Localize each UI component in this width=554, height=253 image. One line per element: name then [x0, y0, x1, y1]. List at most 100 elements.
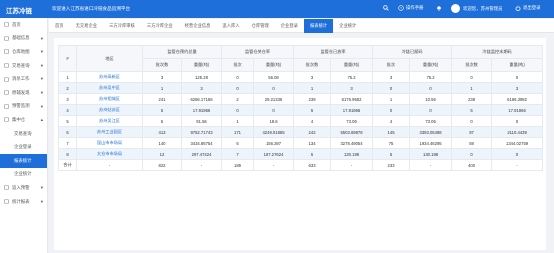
sidebar-item[interactable]: 预警监测 ▾: [0, 100, 47, 114]
tab[interactable]: 报表统计: [303, 18, 334, 33]
sidebar-item-label: 追入预警: [12, 184, 30, 190]
sidebar-item[interactable]: 原辅发现 ▾: [0, 86, 47, 100]
sidebar-item-label: 消杀工作: [12, 76, 30, 82]
col-batch: 批次: [372, 58, 411, 72]
sidebar-item[interactable]: 集中仓 ▴: [0, 113, 47, 127]
user-name: 欢迎您，苏州管理员: [463, 5, 503, 11]
sidebar-item[interactable]: 基础信息 ▾: [0, 32, 47, 46]
tab[interactable]: 企业统计: [333, 19, 362, 33]
table-cell: -: [76, 159, 143, 171]
table-row: 8 太仓市市场局 12 297.47424 7 167.27624 5 130.198 5 130…: [58, 148, 544, 160]
help-icon: ?: [398, 5, 404, 11]
sidebar-item-label: 原辅发现: [12, 89, 30, 95]
table-cell: 1344.02759: [491, 137, 544, 149]
area-link[interactable]: 苏州工业园区: [76, 126, 143, 138]
user-menu[interactable]: 欢迎您，苏州管理员: [451, 4, 503, 13]
area-link[interactable]: 太仓市市场局: [76, 148, 143, 160]
table-cell: 5: [293, 148, 332, 160]
table-cell: 189: [221, 159, 255, 171]
col-area: 地区: [76, 45, 143, 72]
search-icon: [4, 90, 10, 96]
tab[interactable]: 追入库入: [216, 19, 245, 33]
table-cell: 822: [142, 159, 182, 171]
logout-button[interactable]: 退出登录: [515, 5, 541, 11]
tab[interactable]: 仓库管理: [246, 19, 275, 33]
tab[interactable]: 经营企业信息: [179, 19, 217, 33]
sidebar-item[interactable]: 仓库地图 ▾: [0, 45, 47, 59]
table-cell: 18.6: [253, 115, 295, 127]
area-link[interactable]: 苏州吴中区: [76, 82, 143, 94]
table-cell: -: [180, 159, 223, 171]
table-cell: 6166.3982: [491, 93, 544, 105]
area-link[interactable]: 苏州姑苏区: [76, 104, 143, 116]
table-cell: 7: [58, 137, 77, 149]
table-cell: 167.27624: [253, 148, 295, 160]
table-cell: -: [491, 159, 544, 171]
tab[interactable]: 三方冷库企业: [141, 19, 179, 33]
table-cell: 1: [293, 82, 332, 94]
table-cell: 125.28: [180, 71, 223, 83]
search-button[interactable]: [383, 5, 391, 11]
table-cell: 0: [451, 148, 493, 160]
table-cell: 1: [142, 82, 182, 94]
table-cell: 12: [142, 148, 182, 160]
table-row: 1 苏州高新区 3 125.28 0 56.08 3 75.2 3 75.2 0 0: [58, 71, 544, 83]
table-cell: 0: [451, 115, 493, 127]
warning-icon: [4, 185, 10, 191]
chevron-icon: ▾: [40, 35, 43, 41]
area-link[interactable]: 苏州高新区: [76, 71, 143, 83]
info-icon: [4, 36, 10, 41]
table-row: 3 苏州相城区 241 6266.17156 2 29.21336 239 6176.9582…: [58, 93, 544, 105]
table-cell: 3: [142, 71, 182, 83]
table-cell: 3434.86754: [180, 137, 223, 149]
chevron-icon: ▾: [40, 76, 43, 82]
sidebar-item[interactable]: 追入预警 ▾: [0, 181, 47, 195]
table-cell: 56.08: [253, 71, 295, 83]
sidebar-item-label: 基础信息: [12, 35, 30, 41]
table-cell: 5: [293, 104, 332, 116]
table-cell: 0: [409, 82, 453, 94]
system-title: 欢迎进入江苏省进口冷链食品追溯平台: [52, 6, 131, 11]
table-cell: 6: [58, 126, 77, 138]
bell-button[interactable]: [436, 5, 444, 11]
table-cell: 5: [58, 115, 77, 127]
area-link[interactable]: 苏州吴江区: [76, 115, 143, 127]
table-cell: 5: [142, 115, 182, 127]
tab[interactable]: 首页: [49, 19, 70, 33]
manual-link[interactable]: ? 操作手册: [398, 5, 424, 11]
table-cell: 145: [372, 126, 411, 138]
tab[interactable]: 三方冷库审核: [103, 19, 141, 33]
table-cell: 0: [491, 148, 544, 160]
table-cell: 0: [221, 71, 255, 83]
table-cell: 242: [293, 126, 332, 138]
sidebar-item[interactable]: 报表统计: [0, 153, 47, 168]
col-group-4: 冷链已赋码: [372, 45, 453, 59]
sidebar-item[interactable]: 交易查询 ▾: [0, 59, 47, 73]
sidebar-item[interactable]: 企业统计: [0, 168, 47, 182]
table-cell: 4: [58, 104, 77, 116]
table-cell: 17.91966: [491, 104, 544, 116]
sidebar-item[interactable]: 统计报表 ▾: [0, 195, 47, 209]
alert-icon: [4, 104, 10, 109]
chart-icon: [4, 199, 10, 204]
tab[interactable]: 无交易企业: [70, 19, 103, 33]
table-cell: 73.06: [409, 115, 453, 127]
table-cell: 1: [221, 115, 255, 127]
sidebar-item[interactable]: 首页: [0, 18, 47, 32]
sidebar-item-label: 仓库地图: [12, 48, 30, 54]
sidebar-item[interactable]: 消杀工作 ▾: [0, 72, 47, 86]
table-cell: 9752.71743: [180, 126, 223, 138]
table-cell: 1934.46295: [409, 137, 453, 149]
area-link[interactable]: 昆山市市场局: [76, 137, 143, 149]
col-weight: 重量(吨): [253, 58, 295, 72]
table-cell: 413: [142, 126, 182, 138]
sidebar-item[interactable]: 交易查询: [0, 127, 47, 141]
area-link[interactable]: 苏州相城区: [76, 93, 143, 105]
table-cell: 3: [372, 71, 411, 83]
sidebar-item-label: 预警监测: [12, 103, 30, 109]
warehouse-icon: [4, 117, 10, 123]
tab[interactable]: 企业登录: [275, 19, 304, 33]
table-cell: 134: [293, 137, 332, 149]
top-bar: 江苏冷链 欢迎进入江苏省进口冷链食品追溯平台 ? 操作手册 欢迎您，苏州管理员 …: [0, 0, 554, 18]
sidebar-item[interactable]: 企业登录: [0, 140, 47, 154]
